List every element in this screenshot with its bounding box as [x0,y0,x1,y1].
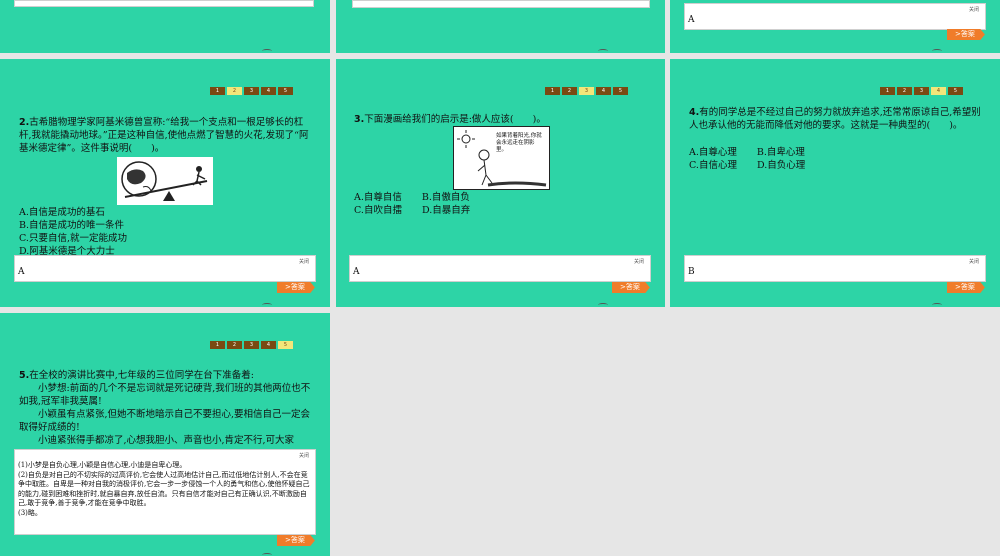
page-2[interactable]: 2 [562,87,577,95]
answer-button[interactable]: >答案 [947,282,985,293]
page-5[interactable]: 5 [278,87,293,95]
page-4[interactable]: 4 [261,341,276,349]
page-5[interactable]: 5 [278,341,293,349]
page-2[interactable]: 2 [227,87,242,95]
page-3[interactable]: 3 [579,87,594,95]
corner-mark [598,49,608,53]
cartoon-caption: 如果背着阳光,你就会永远走在阴影里。 [496,133,542,153]
corner-mark [262,49,272,53]
page-4[interactable]: 4 [596,87,611,95]
close-link[interactable]: 关闭 [969,258,979,265]
option-c[interactable]: C.自信心理 [689,159,737,172]
slide-top-3: 关闭 A >答案 [670,0,1000,53]
option-b[interactable]: B.自傲自负 [422,191,470,204]
question-text: 2.古希腊物理学家阿基米德曾宣称:“给我一个支点和一根足够长的杠杆,我就能撬动地… [19,117,309,154]
page-3[interactable]: 3 [914,87,929,95]
option-a[interactable]: A.自尊心理 [689,146,737,159]
question-text: 5.在全校的演讲比赛中,七年级的三位同学在台下准备着: 小梦想:前面的几个不是忘… [19,370,311,446]
option-b[interactable]: B.自卑心理 [757,146,805,159]
slide-q2: 1 2 3 4 5 2.古希腊物理学家阿基米德曾宣称:“给我一个支点和一根足够长… [0,59,330,307]
question-text: 4.有的同学总是不经过自己的努力就放弃追求,还常常原谅自己,希望别人也承认他的无… [689,107,981,131]
corner-mark [598,303,608,307]
answer-box [352,0,650,8]
page-2[interactable]: 2 [227,341,242,349]
answer-box: 关闭 B [684,255,986,282]
pager: 1 2 3 4 5 [545,87,628,95]
page-4[interactable]: 4 [931,87,946,95]
answer-box: 关闭 A [14,255,316,282]
page-2[interactable]: 2 [897,87,912,95]
answer-button[interactable]: >答案 [277,535,315,546]
page-1[interactable]: 1 [880,87,895,95]
answer-box: 关闭 A [684,3,986,30]
slide-top-1 [0,0,330,53]
lever-globe-image [117,157,213,205]
page-1[interactable]: 1 [210,87,225,95]
question-text: 3.下面漫画给我们的启示是:做人应该( )。 [354,114,546,125]
pager: 1 2 3 4 5 [210,87,293,95]
answer-button[interactable]: >答案 [612,282,650,293]
option-d[interactable]: D.自暴自弃 [422,204,470,217]
options: A.自尊自信 B.自傲自负 C.自吹自擂 D.自暴自弃 [354,191,470,217]
option-a[interactable]: A.自尊自信 [354,191,402,204]
close-link[interactable]: 关闭 [299,452,309,459]
option-c[interactable]: C.自吹自擂 [354,204,402,217]
options: A.自尊心理 B.自卑心理 C.自信心理 D.自负心理 [689,146,805,172]
page-1[interactable]: 1 [545,87,560,95]
answer-text: A [353,267,360,277]
answer-button[interactable]: >答案 [277,282,315,293]
corner-mark [932,303,942,307]
slide-top-2 [336,0,665,53]
option-c[interactable]: C.只要自信,就一定能成功 [19,232,127,245]
page-4[interactable]: 4 [261,87,276,95]
corner-mark [262,303,272,307]
page-1[interactable]: 1 [210,341,225,349]
answer-text: B [688,267,695,277]
option-d[interactable]: D.自负心理 [757,159,805,172]
slide-q4: 1 2 3 4 5 4.有的同学总是不经过自己的努力就放弃追求,还常常原谅自己,… [670,59,1000,307]
answer-text: A [18,267,25,277]
close-link[interactable]: 关闭 [969,6,979,13]
answer-box: 关闭 A [349,255,651,282]
page-3[interactable]: 3 [244,87,259,95]
pager: 1 2 3 4 5 [210,341,293,349]
option-a[interactable]: A.自信是成功的基石 [19,206,127,219]
cartoon-image: 如果背着阳光,你就会永远走在阴影里。 [453,126,550,190]
page-5[interactable]: 5 [948,87,963,95]
slide-q5: 1 2 3 4 5 5.在全校的演讲比赛中,七年级的三位同学在台下准备着: 小梦… [0,313,330,556]
option-b[interactable]: B.自信是成功的唯一条件 [19,219,127,232]
answer-box: 关闭 (1)小梦是自负心理,小颖是自信心理,小迪是自卑心理。 (2)自负是对自己… [14,449,316,535]
corner-mark [932,49,942,53]
close-link[interactable]: 关闭 [299,258,309,265]
answer-box [14,0,314,7]
options: A.自信是成功的基石 B.自信是成功的唯一条件 C.只要自信,就一定能成功 D.… [19,206,127,258]
page-3[interactable]: 3 [244,341,259,349]
slide-q3: 1 2 3 4 5 3.下面漫画给我们的启示是:做人应该( )。 如果背着阳光,… [336,59,665,307]
pager: 1 2 3 4 5 [880,87,963,95]
answer-text: A [688,15,695,25]
close-link[interactable]: 关闭 [634,258,644,265]
answer-button[interactable]: >答案 [947,29,985,40]
answer-text: (1)小梦是自负心理,小颖是自信心理,小迪是自卑心理。 (2)自负是对自己的不切… [18,461,310,517]
page-5[interactable]: 5 [613,87,628,95]
